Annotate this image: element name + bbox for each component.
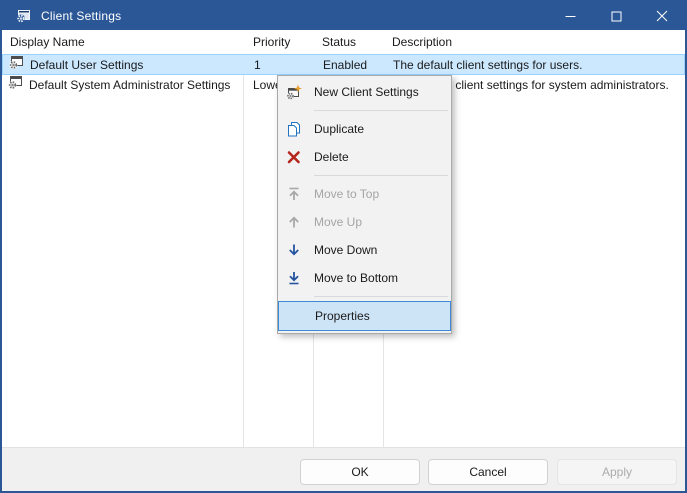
- menu-item-label: New Client Settings: [314, 85, 419, 99]
- move-to-top-icon: [286, 186, 302, 202]
- move-up-icon: [286, 214, 302, 230]
- window-controls: [547, 2, 685, 30]
- menu-item-label: Duplicate: [314, 122, 364, 136]
- client-settings-item-icon: [7, 75, 23, 96]
- new-client-settings-icon: [286, 84, 302, 100]
- row-priority: 1: [254, 55, 261, 75]
- menu-item-duplicate[interactable]: Duplicate: [278, 115, 451, 143]
- menu-item-label: Move Down: [314, 243, 377, 257]
- title-bar: Client Settings: [2, 2, 685, 30]
- menu-separator: [314, 296, 448, 297]
- menu-item-move-up: Move Up: [278, 208, 451, 236]
- duplicate-icon: [286, 121, 302, 137]
- column-header-description[interactable]: Description: [392, 30, 452, 54]
- table-row-default-user-settings[interactable]: Default User Settings 1 Enabled The defa…: [2, 54, 685, 75]
- column-header-display-name[interactable]: Display Name: [10, 30, 85, 54]
- table-header: Display Name Priority Status Description: [2, 30, 685, 55]
- window-title: Client Settings: [41, 9, 121, 23]
- menu-item-move-to-bottom[interactable]: Move to Bottom: [278, 264, 451, 292]
- maximize-button[interactable]: [593, 2, 639, 30]
- row-description: The default client settings for users.: [393, 55, 582, 75]
- client-settings-item-icon: [8, 55, 24, 76]
- menu-item-label: Delete: [314, 150, 349, 164]
- menu-item-label: Move to Top: [314, 187, 379, 201]
- menu-item-label: Properties: [315, 309, 370, 323]
- menu-item-label: Move Up: [314, 215, 362, 229]
- menu-item-label: Move to Bottom: [314, 271, 398, 285]
- row-display-name: Default System Administrator Settings: [29, 75, 230, 95]
- cancel-button[interactable]: Cancel: [428, 459, 548, 485]
- column-header-priority[interactable]: Priority: [253, 30, 290, 54]
- row-display-name: Default User Settings: [30, 55, 143, 75]
- ok-button[interactable]: OK: [300, 459, 420, 485]
- move-to-bottom-icon: [286, 270, 302, 286]
- menu-item-delete[interactable]: Delete: [278, 143, 451, 171]
- button-bar: OK Cancel Apply: [2, 447, 685, 492]
- menu-item-move-to-top: Move to Top: [278, 180, 451, 208]
- move-down-icon: [286, 242, 302, 258]
- column-header-status[interactable]: Status: [322, 30, 356, 54]
- menu-separator: [314, 175, 448, 176]
- client-settings-window: Client Settings Display Name Priority St…: [0, 0, 687, 493]
- menu-separator: [314, 110, 448, 111]
- apply-button: Apply: [557, 459, 677, 485]
- close-button[interactable]: [639, 2, 685, 30]
- client-settings-app-icon: [14, 7, 32, 25]
- client-settings-list: Display Name Priority Status Description…: [2, 30, 685, 447]
- row-status: Enabled: [323, 55, 367, 75]
- menu-item-move-down[interactable]: Move Down: [278, 236, 451, 264]
- delete-icon: [286, 149, 302, 165]
- menu-item-new-client-settings[interactable]: New Client Settings: [278, 78, 451, 106]
- menu-item-properties[interactable]: Properties: [278, 301, 451, 331]
- context-menu: New Client Settings Duplicate: [277, 75, 452, 334]
- minimize-button[interactable]: [547, 2, 593, 30]
